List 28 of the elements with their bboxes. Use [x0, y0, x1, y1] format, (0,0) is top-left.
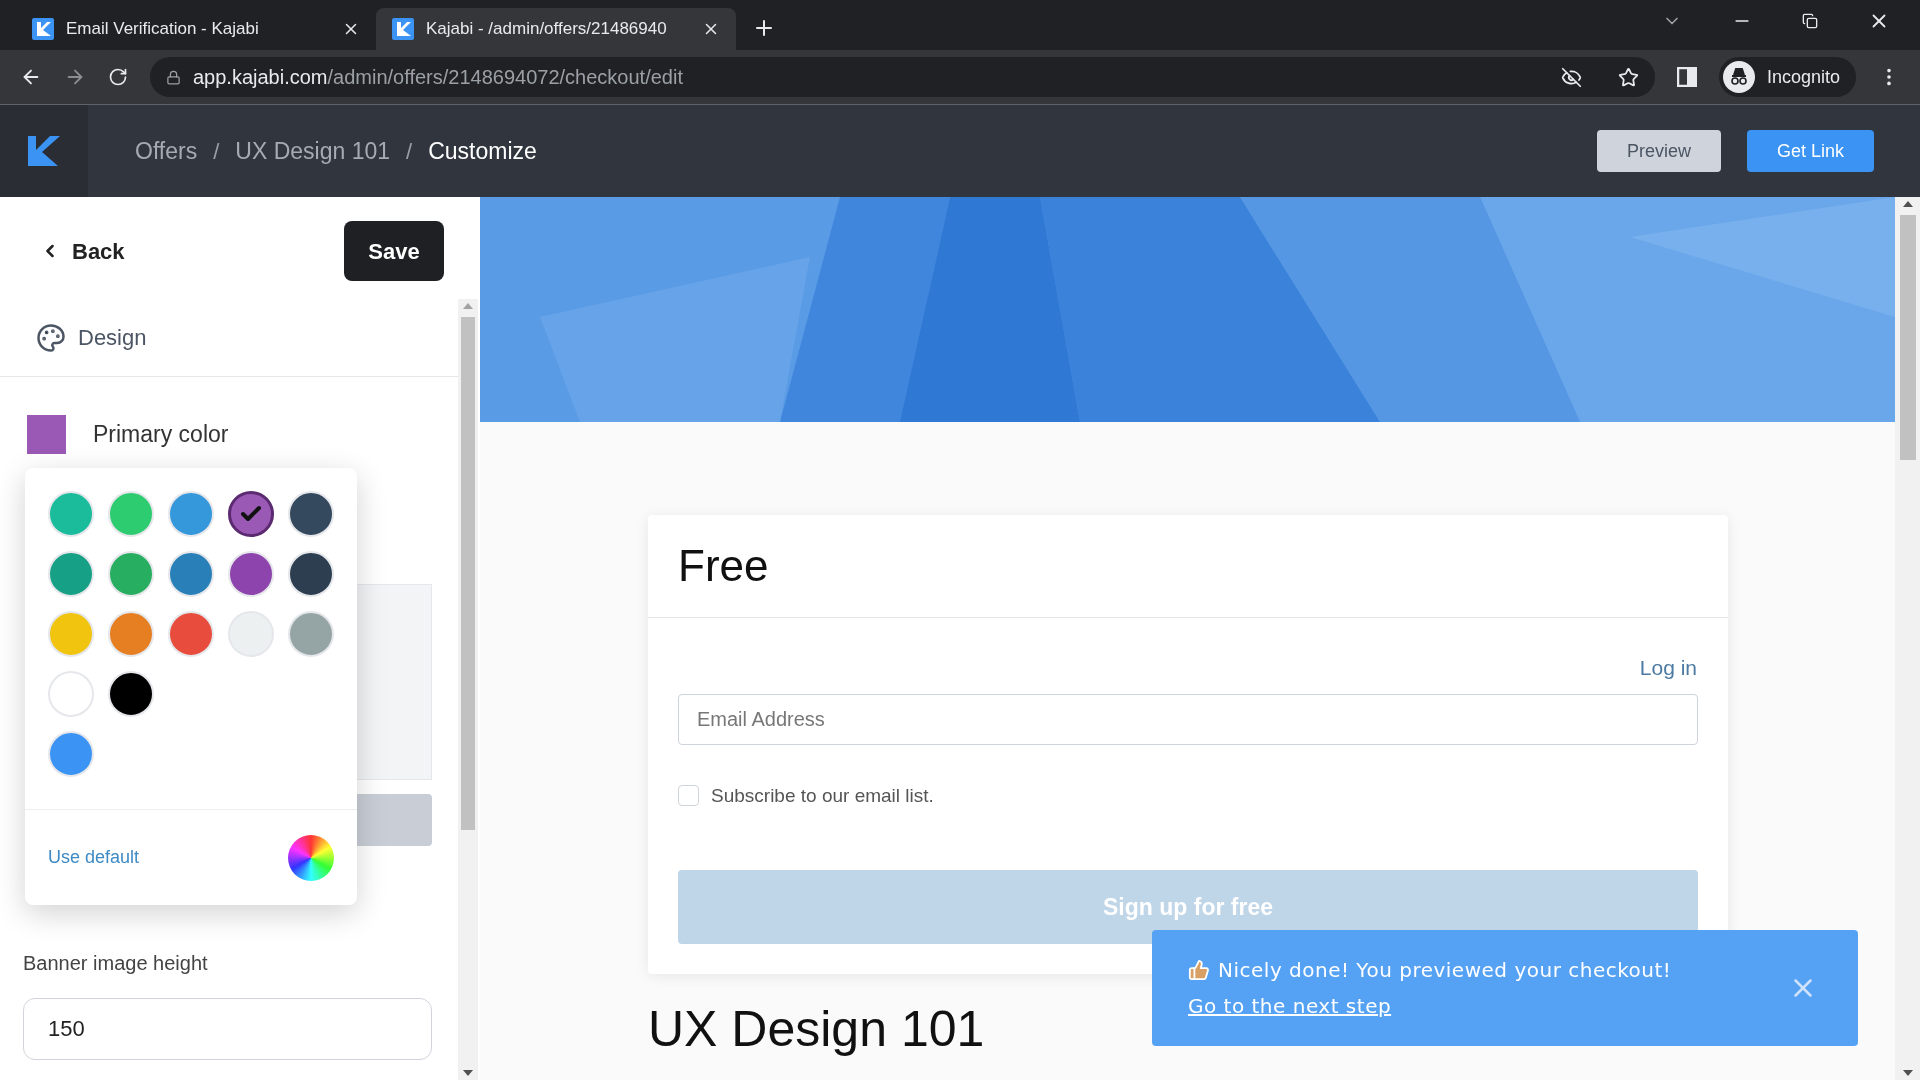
url-text: app.kajabi.com/admin/offers/2148694072/checkout/edit: [193, 65, 683, 90]
checkbox-label: Subscribe to our email list.: [711, 783, 934, 808]
breadcrumb-separator: /: [406, 137, 413, 166]
browser-tab[interactable]: Kajabi - /admin/offers/21486940: [376, 8, 736, 50]
address-bar[interactable]: app.kajabi.com/admin/offers/2148694072/checkout/edit: [150, 57, 1655, 97]
breadcrumb-separator: /: [213, 137, 220, 166]
profile-button[interactable]: Incognito: [1718, 57, 1856, 97]
get-link-button[interactable]: Get Link: [1746, 130, 1874, 172]
breadcrumb-link[interactable]: UX Design 101: [235, 133, 391, 169]
profile-label: Incognito: [1766, 65, 1840, 89]
field-label: Banner image height: [23, 951, 209, 976]
save-button[interactable]: Save: [344, 221, 444, 281]
page-heading: UX Design 101: [648, 1004, 985, 1054]
preview-button[interactable]: Preview: [1596, 130, 1721, 172]
input-field[interactable]: 150: [23, 998, 432, 1060]
breadcrumb-link[interactable]: Offers: [135, 133, 198, 169]
card-title: Free: [678, 540, 769, 592]
tab-title: Kajabi - /admin/offers/21486940: [426, 18, 668, 41]
toast-message: Nicely done! You previewed your checkout!: [1218, 957, 1672, 984]
email-field[interactable]: Email Address: [678, 693, 1698, 745]
browser-tab[interactable]: Email Verification - Kajabi: [16, 8, 376, 50]
tab-title: Email Verification - Kajabi: [66, 18, 260, 41]
next-step-link[interactable]: Go to the next step: [1188, 991, 1392, 1021]
use-default-link[interactable]: Use default: [48, 844, 140, 871]
field-label: Primary color: [93, 420, 229, 450]
section-title: Design: [78, 324, 147, 352]
login-link[interactable]: Log in: [1639, 652, 1697, 684]
back-button[interactable]: Back: [40, 234, 125, 268]
